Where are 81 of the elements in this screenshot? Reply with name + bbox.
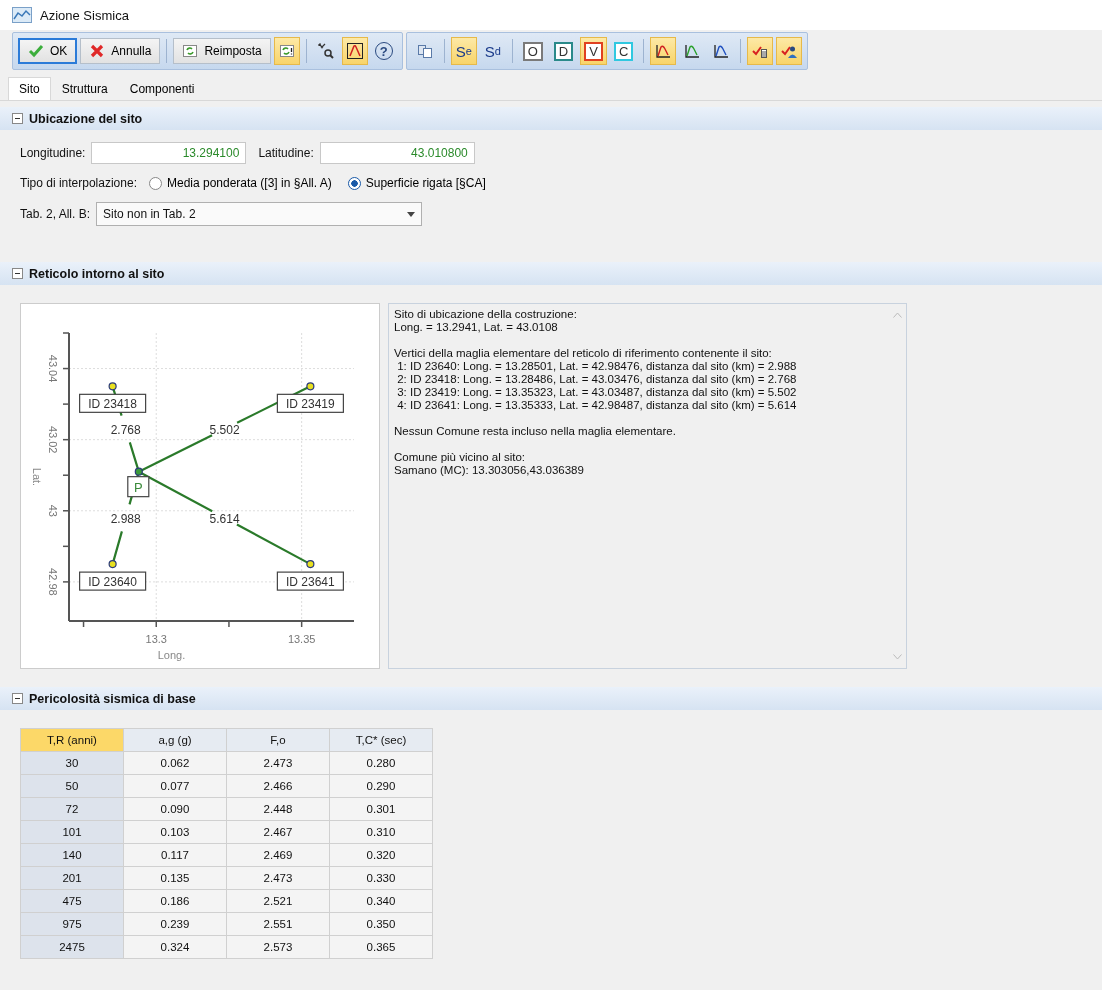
point-label: ID 23418 <box>79 393 147 413</box>
dropdown[interactable]: Sito non in Tab. 2 <box>96 202 423 226</box>
radio-icon[interactable] <box>347 176 361 190</box>
close-icon <box>89 43 106 59</box>
column-header[interactable]: T,C* (sec) <box>329 728 433 752</box>
section-title: Reticolo intorno al sito <box>29 266 165 281</box>
collapse-icon[interactable] <box>12 268 23 279</box>
radio-option[interactable]: Superficie rigata [§CA] <box>347 176 486 190</box>
row-header: 2475 <box>20 935 124 959</box>
tick-label: 42.98 <box>47 568 59 596</box>
app-icon <box>12 7 32 23</box>
row-header: 140 <box>20 843 124 867</box>
field-label: Latitudine: <box>258 146 314 160</box>
toolbar-button[interactable] <box>650 37 677 65</box>
tab[interactable]: Componenti <box>118 77 206 100</box>
tick-label: 43.02 <box>47 425 59 454</box>
input-field[interactable]: 13.294100 <box>91 142 247 164</box>
field-label: Tab. 2, All. B: <box>20 207 91 221</box>
refresh-icon <box>278 43 295 59</box>
axis-title: Long. <box>157 649 186 661</box>
refresh-icon <box>182 43 199 59</box>
check-icon <box>28 43 44 59</box>
toolbar-button[interactable] <box>776 37 803 65</box>
section-title: Ubicazione del sito <box>29 111 143 126</box>
section-title: Pericolosità sismica di base <box>29 691 196 706</box>
collapse-icon[interactable] <box>12 693 23 704</box>
tick-label: 13.3 <box>145 633 167 645</box>
row-header: 975 <box>20 912 124 936</box>
toolbar-button[interactable] <box>747 37 774 65</box>
collapse-icon[interactable] <box>12 113 23 124</box>
column-header[interactable]: F,o <box>226 728 330 752</box>
radio-option[interactable]: Media ponderata ([3] in §All. A) <box>148 176 332 190</box>
point-label: ID 23640 <box>79 571 147 591</box>
zoom-fit-icon <box>317 43 334 59</box>
tick-label: 43.04 <box>47 354 59 383</box>
field-label: Longitudine: <box>20 146 86 160</box>
row-header: 101 <box>20 820 124 844</box>
toolbar-button[interactable] <box>341 37 368 65</box>
text-line: 2: ID 23418: Long. = 13.28486, Lat. = 43.03476, distanza dal sito (km) = 2.768 <box>396 373 798 386</box>
text-line: Samano (MC): 13.303056,43.036389 <box>394 464 585 477</box>
radio-icon[interactable] <box>148 176 162 190</box>
tick-label: 43 <box>47 504 59 517</box>
row-header: 475 <box>20 889 124 913</box>
column-header[interactable]: a,g (g) <box>123 728 227 752</box>
row-header: 50 <box>20 774 124 798</box>
axis-title: Lat. <box>31 467 43 487</box>
text-line: Long. = 13.2941, Lat. = 43.0108 <box>394 321 559 334</box>
window-title: Azione Sismica <box>40 7 129 23</box>
text-line: 3: ID 23419: Long. = 13.35323, Lat. = 43.03487, distanza dal sito (km) = 5.502 <box>396 386 798 399</box>
row-header: 30 <box>20 751 124 775</box>
text-line: 4: ID 23641: Long. = 13.35333, Lat. = 42.98487, distanza dal sito (km) = 5.614 <box>396 399 798 412</box>
input-field[interactable]: 43.010800 <box>319 142 475 164</box>
point-label: ID 23419 <box>276 393 344 413</box>
tab[interactable]: Struttura <box>50 77 119 100</box>
text-line: Vertici della maglia elementare del reticolo di riferimento contenente il sito: <box>394 347 773 360</box>
field-label: Tipo di interpolazione: <box>20 176 137 190</box>
caret-icon <box>407 211 416 217</box>
distance-label: 5.502 <box>209 423 240 437</box>
point-label: P <box>127 476 150 498</box>
row-header: 201 <box>20 866 124 890</box>
point-label: ID 23641 <box>276 571 344 591</box>
text-line: Comune più vicino al sito: <box>394 451 527 464</box>
chart-icon <box>713 43 730 59</box>
toolbar-button[interactable]: Reimposta <box>173 38 271 64</box>
column-header[interactable]: T,R (anni) <box>20 728 124 752</box>
tab[interactable]: Sito <box>8 77 51 100</box>
text-line: Nessun Comune resta incluso nella maglia elementare. <box>394 425 677 438</box>
toolbar-button[interactable]: OK <box>18 38 78 64</box>
chart-icon <box>655 43 672 59</box>
chart-icon <box>684 43 701 59</box>
text-line: Sito di ubicazione della costruzione: <box>394 308 578 321</box>
copy-icon <box>416 43 433 59</box>
toolbar-button[interactable]: Annulla <box>80 38 161 64</box>
text-line: 1: ID 23640: Long. = 13.28501, Lat. = 42.98476, distanza dal sito (km) = 2.988 <box>396 360 798 373</box>
distance-label: 2.768 <box>110 423 141 437</box>
distance-label: 5.614 <box>209 511 240 526</box>
row-header: 72 <box>20 797 124 821</box>
help-button[interactable]: ? <box>370 37 397 65</box>
chart-icon <box>346 43 363 59</box>
distance-label: 2.988 <box>110 511 141 526</box>
tick-label: 13.35 <box>287 633 316 645</box>
